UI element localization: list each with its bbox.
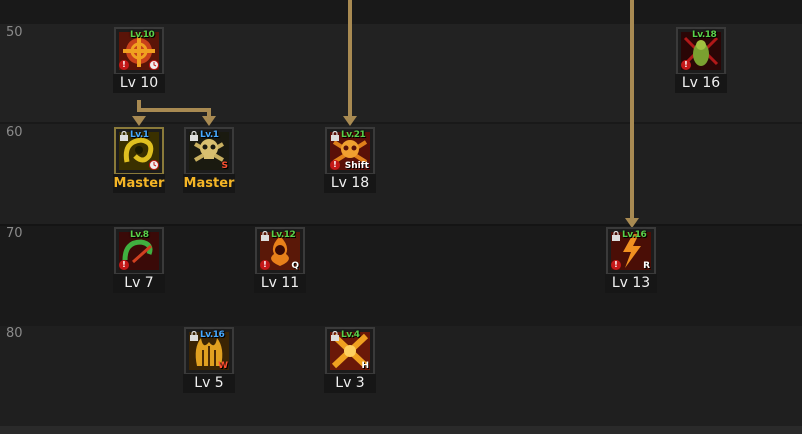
skill-slot-e[interactable]: Lv.21 ! Shift Lv 18 [324,127,376,195]
skill-slot-i[interactable]: Lv.16 W Lv 5 [183,327,235,395]
row-band-50 [0,0,802,24]
skill-level-label: Lv 10 [113,74,165,93]
lock-icon [120,131,128,141]
row-label-60: 60 [6,125,23,140]
skill-slot-j[interactable]: Lv.4 H Lv 3 [324,327,376,395]
skill-icon-frame: Lv.21 ! Shift [325,127,375,175]
skill-slot-h[interactable]: Lv.16 ! R Lv 13 [605,227,657,295]
skill-icon-frame: Lv.4 H [325,327,375,375]
skill-icon-frame: Lv.1 [114,127,164,175]
lock-icon [190,131,198,141]
skill-level-label: Lv 11 [254,274,306,293]
level-requirement: Lv.16 [200,330,225,340]
warning-icon: ! [330,160,340,170]
warning-icon: ! [681,60,691,70]
skill-slot-f[interactable]: Lv.8 ! Lv 7 [113,227,165,295]
lock-icon [190,331,198,341]
level-requirement: Lv.8 [130,230,149,240]
hotkey-label: R [643,261,650,271]
level-requirement: Lv.4 [341,330,360,340]
level-requirement: Lv.12 [271,230,296,240]
skill-slot-b[interactable]: Lv.18 ! Lv 16 [675,27,727,95]
skill-level-label: Lv 18 [324,174,376,193]
skill-icon-frame: Lv.1 S [184,127,234,175]
skill-level-label: Master [183,174,235,193]
level-requirement: Lv.1 [130,130,149,140]
hotkey-label: W [218,361,228,371]
level-requirement: Lv.10 [130,30,155,40]
hotkey-label: S [221,161,228,171]
level-requirement: Lv.21 [341,130,366,140]
skill-level-label: Lv 13 [605,274,657,293]
skill-slot-g[interactable]: Lv.12 ! Q Lv 11 [254,227,306,295]
clock-icon [149,160,159,170]
hotkey-label: Shift [344,161,369,171]
skill-level-label: Master [113,174,165,193]
lock-icon [331,331,339,341]
skill-slot-a[interactable]: Lv.10 ! Lv 10 [113,27,165,95]
row-label-80: 80 [6,326,23,341]
warning-icon: ! [260,260,270,270]
skill-slot-d[interactable]: Lv.1 S Master [183,127,235,195]
skill-icon-frame: Lv.16 W [184,327,234,375]
lock-icon [612,231,620,241]
lock-icon [261,231,269,241]
skill-icon-frame: Lv.8 ! [114,227,164,275]
skill-icon-frame: Lv.12 ! Q [255,227,305,275]
clock-icon [149,60,159,70]
skill-icon-frame: Lv.16 ! R [606,227,656,275]
row-label-50: 50 [6,25,23,40]
warning-icon: ! [119,60,129,70]
skill-icon-frame: Lv.10 ! [114,27,164,75]
row-label-70: 70 [6,226,23,241]
hotkey-label: Q [291,261,299,271]
lock-icon [331,131,339,141]
row-band-80 [0,326,802,426]
level-requirement: Lv.18 [692,30,717,40]
level-requirement: Lv.16 [622,230,647,240]
skill-level-label: Lv 5 [183,374,235,393]
skill-icon-frame: Lv.18 ! [676,27,726,75]
skill-level-label: Lv 7 [113,274,165,293]
level-requirement: Lv.1 [200,130,219,140]
hotkey-label: H [361,361,369,371]
bottom-strip [0,426,802,434]
skill-level-label: Lv 3 [324,374,376,393]
warning-icon: ! [119,260,129,270]
skill-slot-c[interactable]: Lv.1 Master [113,127,165,195]
skill-level-label: Lv 16 [675,74,727,93]
warning-icon: ! [611,260,621,270]
